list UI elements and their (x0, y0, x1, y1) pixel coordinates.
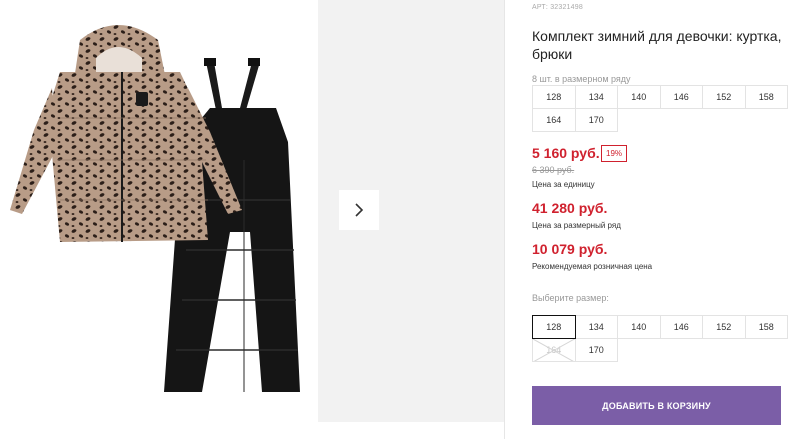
size-selector: 128 134 140 146 152 158 164 170 (532, 315, 788, 362)
gallery-next-button[interactable] (339, 190, 379, 230)
size-option-158[interactable]: 158 (744, 315, 788, 339)
size-row-item: 128 (532, 85, 576, 109)
size-option-164-unavailable: 164 (532, 338, 576, 362)
chevron-right-icon (355, 203, 364, 217)
size-row-item: 152 (702, 85, 746, 109)
vertical-divider (504, 0, 505, 439)
product-title: Комплект зимний для девочки: куртка, брю… (532, 28, 782, 62)
size-row-item: 164 (532, 108, 576, 132)
recommended-price-note: Рекомендуемая розничная цена (532, 262, 653, 271)
size-option-152[interactable]: 152 (702, 315, 746, 339)
size-option-140[interactable]: 140 (617, 315, 661, 339)
size-option-134[interactable]: 134 (574, 315, 618, 339)
size-select-prompt: Выберите размер: (532, 293, 609, 303)
size-option-128[interactable]: 128 (532, 315, 576, 339)
product-photo (10, 25, 300, 392)
unit-price-note: Цена за единицу (532, 180, 595, 189)
size-row-price: 41 280 руб. (532, 200, 608, 216)
product-image-main[interactable] (0, 0, 316, 422)
size-row-item: 134 (574, 85, 618, 109)
size-row-label: 8 шт. в размерном ряду (532, 74, 631, 84)
size-option-146[interactable]: 146 (659, 315, 703, 339)
discount-badge: 19% (601, 145, 628, 162)
size-row-grid: 128 134 140 146 152 158 164 170 (532, 85, 788, 132)
size-row-item: 170 (574, 108, 618, 132)
size-option-170[interactable]: 170 (574, 338, 618, 362)
add-to-cart-button[interactable]: ДОБАВИТЬ В КОРЗИНУ (532, 386, 781, 425)
size-row-item: 158 (744, 85, 788, 109)
old-price: 6 390 руб. (532, 165, 575, 175)
unit-price: 5 160 руб. (532, 145, 600, 161)
size-row-price-note: Цена за размерный ряд (532, 221, 621, 230)
article-number: АРТ: 32321498 (532, 4, 583, 11)
size-row-item: 140 (617, 85, 661, 109)
size-row-item: 146 (659, 85, 703, 109)
recommended-price: 10 079 руб. (532, 241, 608, 257)
